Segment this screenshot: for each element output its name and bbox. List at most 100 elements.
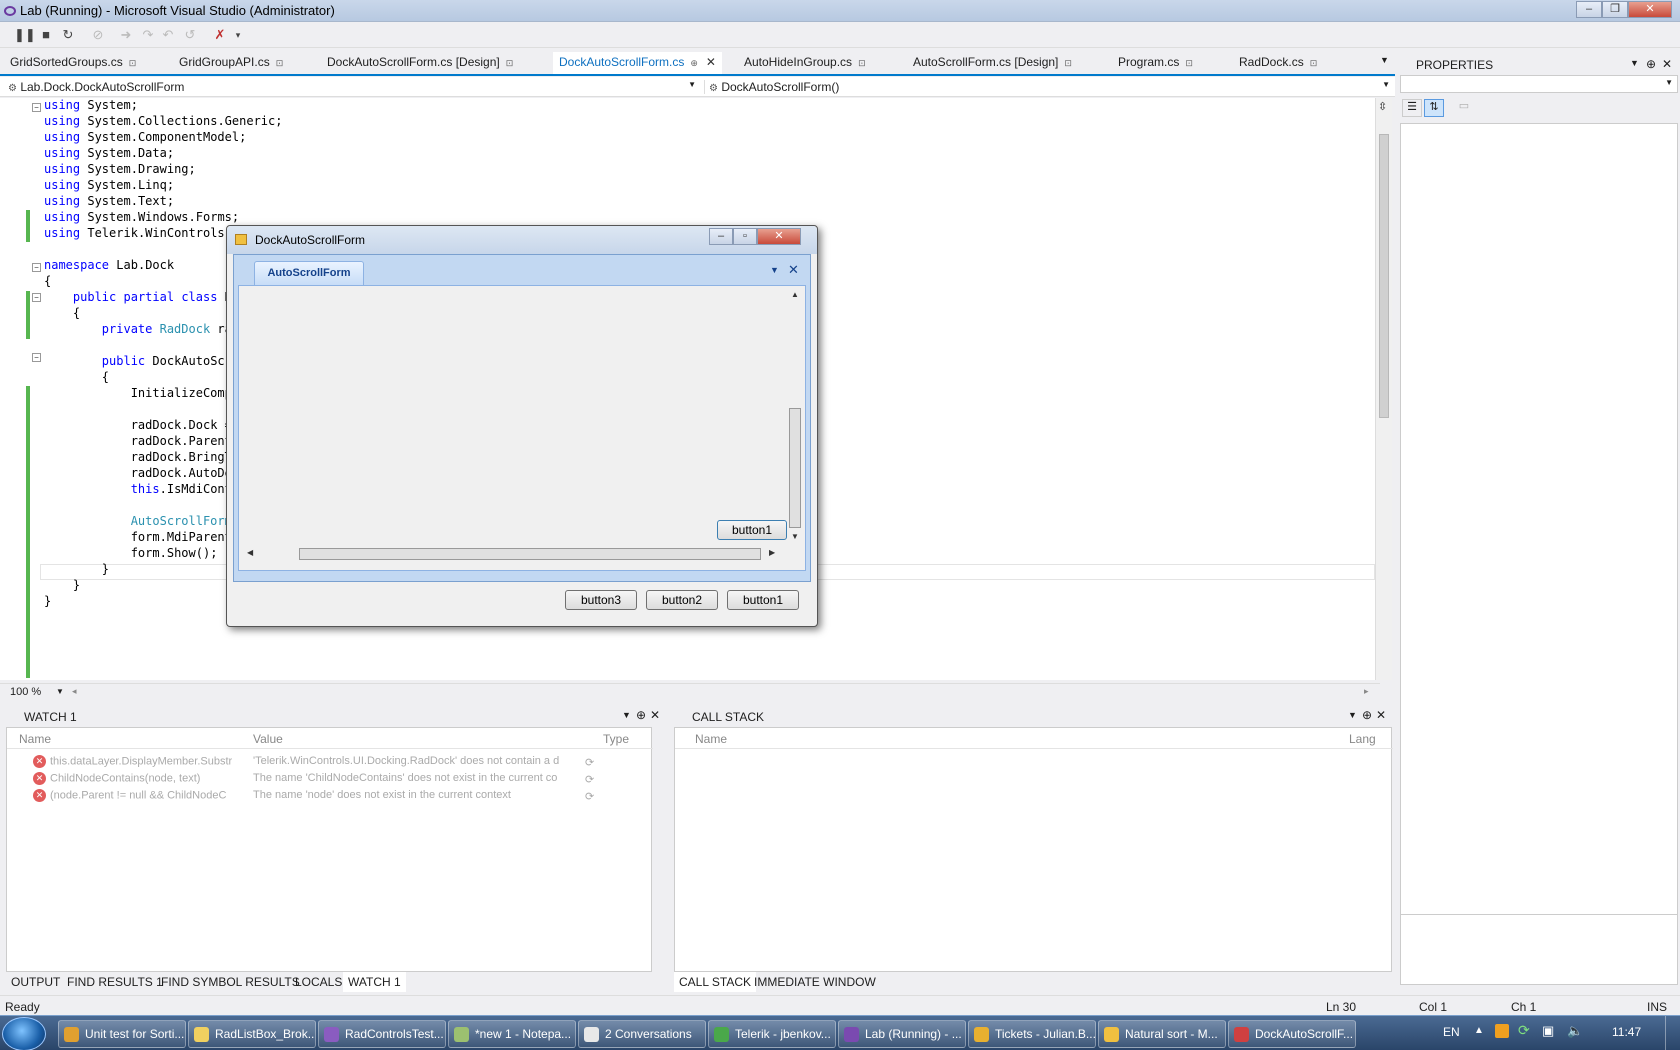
scroll-right-icon[interactable]: ▸ <box>1364 686 1369 697</box>
close-document-icon[interactable]: ✕ <box>788 262 799 278</box>
code-line[interactable]: } <box>44 594 51 610</box>
pin-icon[interactable]: ⊡ <box>1064 58 1072 68</box>
taskbar-button[interactable]: Unit test for Sorti... <box>58 1020 186 1048</box>
code-line[interactable]: form.MdiParent <box>44 530 232 546</box>
step-out-icon[interactable]: ↶ <box>158 25 178 45</box>
tab-gridgroupapi[interactable]: GridGroupAPI.cs ⊡ <box>179 55 283 69</box>
collapse-icon[interactable]: − <box>32 263 41 272</box>
inner-button1[interactable]: button1 <box>717 520 787 540</box>
code-line[interactable]: using System.Text; <box>44 194 174 210</box>
show-next-statement-icon[interactable]: ⊘ <box>88 25 108 45</box>
show-hidden-icons-icon[interactable]: ▲ <box>1474 1025 1484 1036</box>
pin-icon[interactable]: ⊡ <box>276 58 284 68</box>
code-line[interactable]: radDock.AutoDe <box>44 466 232 482</box>
chevron-down-icon[interactable]: ▼ <box>1348 710 1357 720</box>
code-line[interactable]: private RadDock ra <box>44 322 232 338</box>
watch-grid[interactable]: Name Value Type ✕ this.dataLayer.DisplayM… <box>6 727 653 972</box>
member-combo[interactable]: ⚙ DockAutoScrollForm() ▼ <box>704 80 1390 94</box>
code-line[interactable]: using System.Collections.Generic; <box>44 114 282 130</box>
code-line[interactable]: namespace Lab.Dock <box>44 258 174 274</box>
pin-icon[interactable]: ⊕ <box>1646 57 1656 71</box>
tab-autoscrollform-design[interactable]: AutoScrollForm.cs [Design] ⊡ <box>913 55 1072 69</box>
tab-locals[interactable]: LOCALS <box>295 975 342 989</box>
code-line[interactable]: InitializeComp <box>44 386 232 402</box>
close-icon[interactable]: ✕ <box>650 708 660 722</box>
close-button[interactable]: ✕ <box>1628 1 1672 18</box>
tab-gridsortedgroups[interactable]: GridSortedGroups.cs ⊡ <box>10 55 136 69</box>
step-back-icon[interactable]: ↺ <box>180 25 200 45</box>
collapse-icon[interactable]: − <box>32 293 41 302</box>
watch-row[interactable]: ✕ this.dataLayer.DisplayMember.Substr <box>33 755 232 772</box>
collapse-icon[interactable]: − <box>32 353 41 362</box>
taskbar-button[interactable]: RadListBox_Brok... <box>188 1020 316 1048</box>
language-indicator[interactable]: EN <box>1443 1025 1460 1039</box>
volume-icon[interactable]: 🔈 <box>1567 1023 1583 1039</box>
alphabetical-icon[interactable]: ⇅ <box>1424 99 1444 117</box>
form-maximize-button[interactable]: ▫ <box>733 228 757 245</box>
button3[interactable]: button3 <box>565 590 637 610</box>
pin-icon[interactable]: ⊡ <box>1310 58 1318 68</box>
document-tab-autoscrollform[interactable]: AutoScrollForm <box>254 261 364 285</box>
code-line[interactable]: this.IsMdiCont <box>44 482 232 498</box>
taskbar-button[interactable]: Lab (Running) - ... <box>838 1020 966 1048</box>
code-line[interactable]: } <box>44 578 80 594</box>
toolbar-overflow-icon[interactable]: ▾ <box>232 25 244 45</box>
code-line[interactable]: { <box>44 306 80 322</box>
scroll-left-icon[interactable]: ◂ <box>72 686 77 697</box>
pin-icon[interactable]: ⊡ <box>1185 58 1193 68</box>
chevron-down-icon[interactable]: ▼ <box>56 687 64 696</box>
maximize-button[interactable]: ❐ <box>1602 1 1628 18</box>
code-line[interactable]: form.Show(); <box>44 546 218 562</box>
code-line[interactable]: radDock.Parent <box>44 434 232 450</box>
taskbar-button[interactable]: Natural sort - M... <box>1098 1020 1226 1048</box>
property-grid[interactable] <box>1400 123 1678 985</box>
code-line[interactable]: using System.Linq; <box>44 178 174 194</box>
code-line[interactable]: using System.Drawing; <box>44 162 196 178</box>
tab-watch[interactable]: WATCH 1 <box>343 972 406 992</box>
show-desktop-button[interactable] <box>1665 1016 1680 1050</box>
tab-program[interactable]: Program.cs ⊡ <box>1118 55 1193 69</box>
start-button[interactable] <box>2 1017 46 1050</box>
taskbar-button[interactable]: RadControlsTest... <box>318 1020 446 1048</box>
taskbar-button[interactable]: Telerik - jbenkov... <box>708 1020 836 1048</box>
tab-immediate-window[interactable]: IMMEDIATE WINDOW <box>754 975 876 989</box>
code-line[interactable]: using System.Data; <box>44 146 174 162</box>
button2[interactable]: button2 <box>646 590 718 610</box>
step-into-icon[interactable]: ➜ <box>116 25 136 45</box>
button1[interactable]: button1 <box>727 590 799 610</box>
taskbar-button[interactable]: *new 1 - Notepa... <box>448 1020 576 1048</box>
class-combo[interactable]: ⚙ Lab.Dock.DockAutoScrollForm ▼ <box>8 80 696 94</box>
pause-icon[interactable]: ❚❚ <box>14 25 36 45</box>
scroll-thumb[interactable] <box>299 548 761 560</box>
tab-call-stack[interactable]: CALL STACK <box>674 972 757 992</box>
code-line[interactable]: public DockAutoScr <box>44 354 232 370</box>
chevron-down-icon[interactable]: ▼ <box>770 265 779 275</box>
code-line[interactable]: using Telerik.WinControls. <box>44 226 232 242</box>
code-line[interactable]: } <box>44 562 109 578</box>
editor-vertical-scrollbar[interactable]: ⇳ <box>1375 98 1392 680</box>
pin-icon[interactable]: ⊕ <box>1362 708 1372 722</box>
taskbar-button[interactable]: DockAutoScrollF... <box>1228 1020 1356 1048</box>
column-header-value[interactable]: Value <box>253 732 283 746</box>
watch-row[interactable]: ✕ ChildNodeContains(node, text) <box>33 772 200 789</box>
inner-vertical-scrollbar[interactable]: ▲ ▼ <box>787 288 803 542</box>
code-line[interactable]: public partial class D <box>44 290 232 306</box>
pin-icon[interactable]: ⊡ <box>506 58 514 68</box>
tab-dockautoscrollform[interactable]: DockAutoScrollForm.cs ⊕ ✕ <box>553 52 722 74</box>
categorized-icon[interactable]: ☰ <box>1402 99 1422 117</box>
tab-overflow-icon[interactable]: ▼ <box>1380 55 1389 65</box>
column-header-name[interactable]: Name <box>19 732 51 746</box>
call-stack-grid[interactable]: Name Lang <box>674 727 1393 972</box>
object-selector[interactable]: ▼ <box>1400 75 1678 93</box>
stop-icon[interactable]: ■ <box>36 25 56 45</box>
close-icon[interactable]: ✕ <box>1662 57 1672 71</box>
restart-icon[interactable]: ↻ <box>58 25 78 45</box>
taskbar-button[interactable]: 2 Conversations <box>578 1020 706 1048</box>
tab-dockautoscrollform-design[interactable]: DockAutoScrollForm.cs [Design] ⊡ <box>327 55 513 69</box>
pin-icon[interactable]: ⊡ <box>858 58 866 68</box>
tab-find-symbol-results[interactable]: FIND SYMBOL RESULTS <box>161 975 300 989</box>
sync-tray-icon[interactable]: ⟳ <box>1518 1022 1530 1039</box>
refresh-icon[interactable]: ⟳ <box>585 790 594 803</box>
tab-autohideingroup[interactable]: AutoHideInGroup.cs ⊡ <box>744 55 866 69</box>
column-header-type[interactable]: Type <box>603 732 629 746</box>
